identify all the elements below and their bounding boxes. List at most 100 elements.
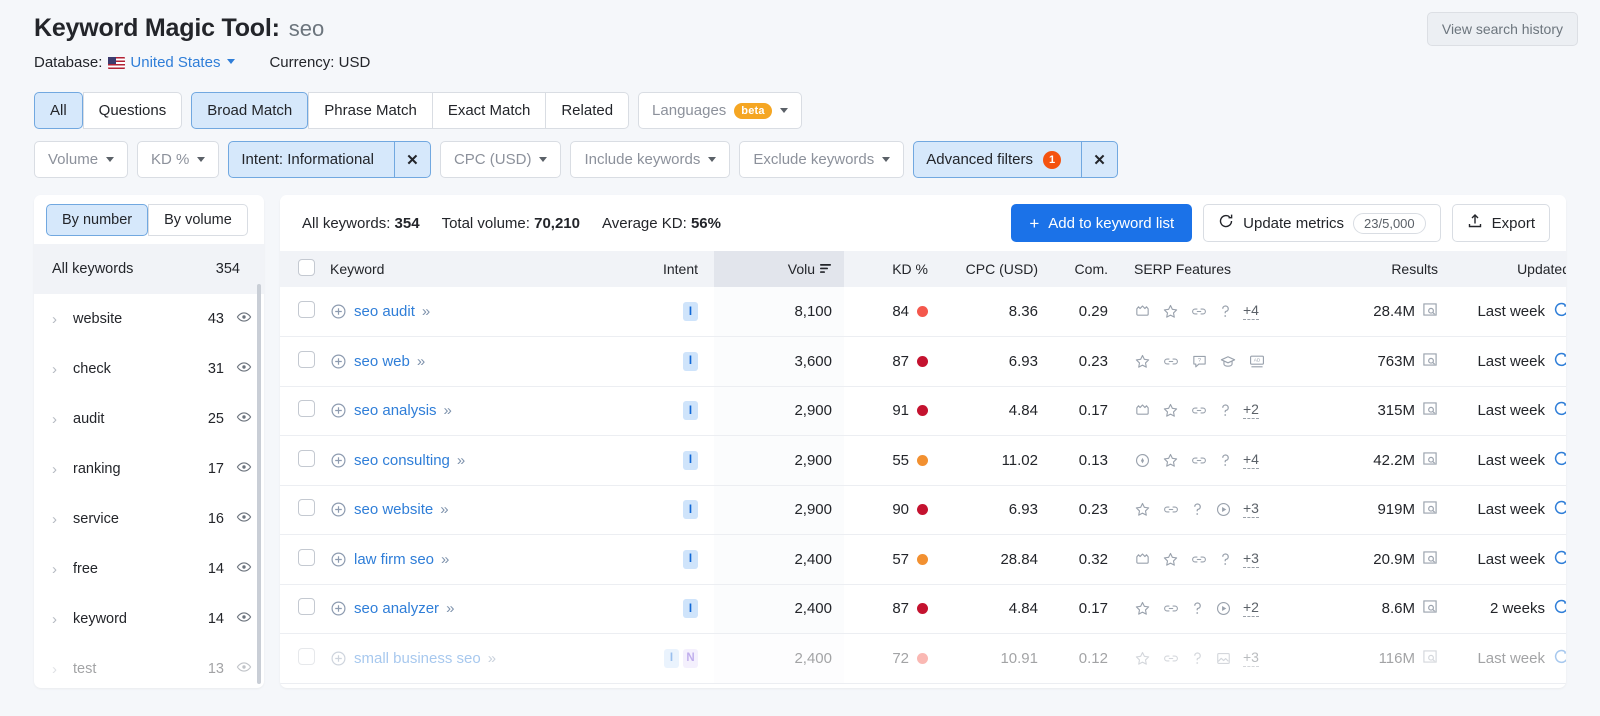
refresh-icon[interactable] [1553, 301, 1566, 322]
intent-badge-I[interactable]: I [683, 401, 698, 421]
header-serp-features[interactable]: SERP Features [1120, 251, 1330, 287]
serp-more-count[interactable]: +2 [1243, 402, 1259, 420]
keyword-expand-icon[interactable]: » [440, 501, 448, 518]
view-search-history-button[interactable]: View search history [1426, 12, 1578, 46]
sitelinks-icon[interactable] [1162, 650, 1180, 667]
keyword-link[interactable]: small business seo [354, 650, 481, 667]
reviews-icon[interactable] [1134, 650, 1151, 667]
table-row[interactable]: seo web » I 3,600 87 6.93 0.23? AD 763M Last week [280, 336, 1566, 387]
add-to-keyword-list-button[interactable]: + Add to keyword list [1011, 204, 1193, 242]
chevron-right-icon[interactable]: › [52, 461, 60, 478]
table-row[interactable]: seo analyzer » I 2,400 87 4.84 0.17 +2 8.6M 2 wee… [280, 584, 1566, 634]
update-metrics-button[interactable]: Update metrics 23/5,000 [1203, 204, 1441, 242]
sitelinks-icon[interactable] [1190, 551, 1208, 568]
sitelinks-icon[interactable] [1190, 402, 1208, 419]
serp-more-count[interactable]: +4 [1243, 303, 1259, 320]
sidebar-sort-by-number[interactable]: By number [46, 204, 149, 236]
tab-all[interactable]: All [34, 92, 83, 129]
refresh-icon[interactable] [1553, 648, 1566, 669]
sitelinks-icon[interactable] [1190, 303, 1208, 320]
faq-icon[interactable] [1219, 303, 1232, 320]
header-com[interactable]: Com. [1050, 251, 1120, 287]
eye-icon[interactable] [236, 359, 252, 379]
serp-preview-icon[interactable] [1422, 352, 1438, 371]
sidebar-scrollbar[interactable] [257, 284, 261, 684]
intent-badge-I[interactable]: I [683, 500, 698, 520]
sitelinks-icon[interactable] [1162, 600, 1180, 617]
header-kd[interactable]: KD % [844, 251, 940, 287]
refresh-icon[interactable] [1553, 598, 1566, 619]
eye-icon[interactable] [236, 559, 252, 579]
keyword-link[interactable]: seo consulting [354, 452, 450, 469]
row-checkbox[interactable] [298, 499, 315, 517]
add-keyword-icon[interactable] [330, 303, 347, 320]
header-keyword[interactable]: Keyword [326, 251, 626, 287]
eye-icon[interactable] [236, 459, 252, 479]
tab-broad-match[interactable]: Broad Match [191, 92, 309, 129]
table-row[interactable]: seo audit » I 8,100 84 8.36 0.29 +4 28.4M Last we… [280, 287, 1566, 337]
refresh-icon[interactable] [1553, 499, 1566, 520]
sidebar-item-free[interactable]: › free 14 [34, 544, 264, 594]
video-icon[interactable] [1215, 501, 1232, 518]
sidebar-item-check[interactable]: › check 31 [34, 344, 264, 394]
serp-preview-icon[interactable] [1422, 451, 1438, 470]
local-pack-icon[interactable] [1134, 452, 1151, 469]
serp-more-count[interactable]: +3 [1243, 650, 1259, 667]
row-checkbox[interactable] [298, 449, 315, 467]
faq-icon[interactable] [1219, 452, 1232, 469]
eye-icon[interactable] [236, 509, 252, 529]
select-all-checkbox[interactable] [298, 259, 315, 276]
table-row[interactable]: seo analysis » I 2,900 91 4.84 0.17 +2 315M Last … [280, 386, 1566, 436]
sidebar-item-test[interactable]: › test 13 [34, 644, 264, 688]
keyword-expand-icon[interactable]: » [417, 353, 425, 370]
keyword-link[interactable]: seo web [354, 353, 410, 370]
advanced-filters-applied[interactable]: Advanced filters 1 ✕ [913, 141, 1118, 178]
reviews-icon[interactable] [1134, 600, 1151, 617]
refresh-icon[interactable] [1553, 549, 1566, 570]
serp-more-count[interactable]: +2 [1243, 600, 1259, 618]
faq-icon[interactable] [1219, 402, 1232, 419]
faq-icon[interactable] [1219, 551, 1232, 568]
header-updated[interactable]: Updated [1450, 251, 1566, 287]
faq-icon[interactable] [1191, 650, 1204, 667]
tab-exact-match[interactable]: Exact Match [432, 92, 547, 129]
keyword-expand-icon[interactable]: » [444, 402, 452, 419]
sidebar-sort-by-volume[interactable]: By volume [148, 204, 248, 236]
reviews-icon[interactable] [1162, 452, 1179, 469]
table-row[interactable]: small business seo» I N 2,400 72 10.91 0.12 +3 1… [280, 633, 1566, 684]
intent-badge-I[interactable]: I [683, 302, 698, 321]
chevron-right-icon[interactable]: › [52, 411, 60, 428]
languages-filter[interactable]: Languages beta [638, 92, 802, 129]
add-keyword-icon[interactable] [330, 452, 347, 469]
table-row[interactable]: seo website » I 2,900 90 6.93 0.23 +3 919M Last w… [280, 485, 1566, 535]
header-intent[interactable]: Intent [626, 251, 714, 287]
eye-icon[interactable] [236, 609, 252, 629]
eye-icon[interactable] [236, 309, 252, 329]
serp-preview-icon[interactable] [1422, 599, 1438, 618]
chevron-right-icon[interactable]: › [52, 611, 60, 628]
sitelinks-icon[interactable] [1162, 353, 1180, 370]
refresh-icon[interactable] [1553, 450, 1566, 471]
cpc-filter[interactable]: CPC (USD) [439, 141, 562, 178]
row-checkbox[interactable] [298, 350, 315, 368]
header-cpc[interactable]: CPC (USD) [940, 251, 1050, 287]
add-keyword-icon[interactable] [330, 600, 347, 617]
add-keyword-icon[interactable] [330, 501, 347, 518]
serp-preview-icon[interactable] [1422, 401, 1438, 420]
serp-more-count[interactable]: +3 [1243, 501, 1259, 519]
reviews-icon[interactable] [1162, 303, 1179, 320]
image-pack-icon[interactable] [1215, 650, 1232, 667]
intent-badge-I[interactable]: I [683, 599, 698, 619]
sitelinks-icon[interactable] [1162, 501, 1180, 518]
sidebar-item-ranking[interactable]: › ranking 17 [34, 444, 264, 494]
faq-icon[interactable] [1191, 600, 1204, 617]
volume-filter[interactable]: Volume [34, 141, 129, 178]
faq-icon[interactable] [1191, 501, 1204, 518]
reviews-icon[interactable] [1134, 501, 1151, 518]
database-selector[interactable]: United States [130, 54, 220, 71]
eye-icon[interactable] [236, 659, 252, 679]
intent-badge-I[interactable]: I [664, 648, 679, 668]
keyword-link[interactable]: seo audit [354, 303, 415, 320]
keyword-link[interactable]: seo analysis [354, 402, 437, 419]
serp-preview-icon[interactable] [1422, 550, 1438, 569]
